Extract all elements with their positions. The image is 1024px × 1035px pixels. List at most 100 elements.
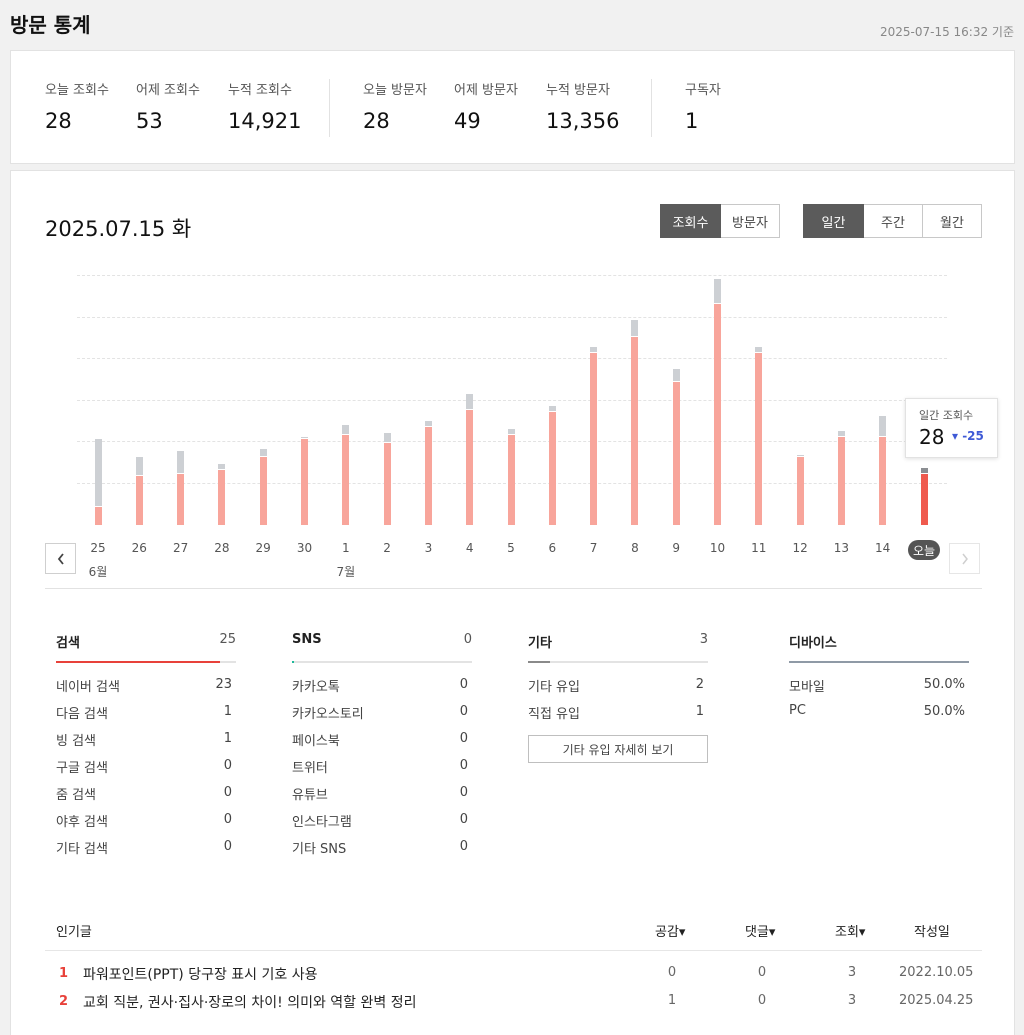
stat-value: 28	[45, 109, 72, 133]
bar[interactable]	[259, 271, 267, 525]
rank-number: 2	[59, 994, 69, 1009]
source-rows: 카카오톡 0 카카오스토리 0 페이스북 0 트위터 0 유튜브 0 인스타그램 0 기타 SNS 0	[292, 676, 472, 865]
chart-tooltip: 일간 조회수 28 ▾ -25	[905, 398, 998, 458]
x-tick-label: 13	[833, 541, 850, 555]
likes-count: 1	[667, 993, 677, 1008]
divider	[651, 79, 652, 137]
bar[interactable]	[94, 271, 102, 525]
bar[interactable]	[714, 271, 721, 525]
bar[interactable]	[796, 271, 804, 525]
sort-likes[interactable]: 공감▾	[655, 921, 685, 940]
x-tick-label: 5	[507, 541, 515, 555]
stat-label: 오늘 조회수	[45, 83, 109, 98]
sort-views[interactable]: 조회▾	[835, 921, 865, 940]
divider	[329, 79, 330, 137]
timestamp: 2025-07-15 16:32 기준	[879, 25, 1014, 39]
source-title: SNS	[292, 632, 322, 647]
stat-total-visitors: 누적 방문자 13,356	[546, 79, 619, 133]
bar[interactable]	[342, 271, 350, 525]
bar-segment	[342, 424, 350, 434]
date-header: 작성일	[914, 925, 950, 940]
source-row: 기타 SNS 0	[292, 838, 472, 865]
bar-segment	[714, 303, 721, 525]
source-row-value: 2	[695, 677, 704, 692]
bar-segment	[507, 434, 515, 525]
post-title-link[interactable]: 파워포인트(PPT) 당구장 표시 기호 사용	[83, 964, 317, 984]
source-sns: SNS 0 카카오톡 0 카카오스토리 0 페이스북 0 트위터 0 유튜브 0 인스타그램 0 기타 …	[292, 632, 472, 865]
popular-rows: 1 파워포인트(PPT) 당구장 표시 기호 사용 0 0 3 2022.10.05 2 교회…	[45, 964, 982, 1020]
bar[interactable]	[631, 271, 639, 525]
chart-date: 2025.07.15 화	[45, 217, 192, 241]
bar[interactable]	[218, 271, 226, 525]
bar[interactable]	[135, 271, 143, 525]
bar-segment	[672, 369, 680, 381]
bar-segment	[218, 469, 226, 525]
popular-row[interactable]: 2 교회 직분, 권사·집사·장로의 차이! 의미와 역할 완벽 정리 1 0 3 202…	[45, 992, 982, 1020]
other-detail-button[interactable]: 기타 유입 자세히 보기	[528, 735, 708, 763]
tab-weekly[interactable]: 주간	[864, 204, 923, 238]
bar[interactable]	[755, 271, 763, 525]
bar-segment	[342, 434, 350, 525]
stat-subscribers: 구독자 1	[685, 79, 721, 133]
bar[interactable]	[879, 271, 887, 525]
comments-count: 0	[757, 965, 767, 980]
source-row-label: 모바일	[789, 680, 825, 695]
bar-segment	[218, 463, 226, 469]
stat-label: 구독자	[685, 83, 721, 98]
x-tick-label: 30	[296, 541, 313, 555]
tab-views[interactable]: 조회수	[660, 204, 721, 238]
stat-value: 28	[363, 109, 390, 133]
post-date: 2025.04.25	[899, 993, 974, 1008]
source-header: 디바이스	[789, 632, 969, 663]
source-row-label: 다음 검색	[56, 707, 108, 722]
post-title-link[interactable]: 교회 직분, 권사·집사·장로의 차이! 의미와 역할 완벽 정리	[83, 992, 416, 1012]
source-row-value: 0	[459, 785, 468, 800]
bar[interactable]	[424, 271, 432, 525]
bar[interactable]	[837, 271, 845, 525]
bar[interactable]	[548, 271, 556, 525]
stat-value: 53	[136, 109, 163, 133]
x-tick-label: 4	[465, 541, 474, 555]
source-header: SNS 0	[292, 632, 472, 663]
bar[interactable]	[672, 271, 680, 525]
popular-row[interactable]: 1 파워포인트(PPT) 당구장 표시 기호 사용 0 0 3 2022.10.05	[45, 964, 982, 992]
source-header: 검색 25	[56, 632, 236, 663]
bar[interactable]	[383, 271, 391, 525]
x-tick-label: 8	[631, 541, 639, 555]
bar-segment	[177, 473, 185, 525]
x-tick-label: 28	[214, 541, 230, 555]
bar-segment	[466, 410, 474, 525]
bar-segment	[837, 436, 845, 525]
tab-visitors[interactable]: 방문자	[721, 204, 780, 238]
chart-next-button[interactable]	[949, 543, 980, 574]
post-date: 2022.10.05	[899, 965, 974, 980]
source-row: 인스타그램 0	[292, 811, 472, 838]
comments-count: 0	[757, 993, 767, 1008]
bar[interactable]	[590, 271, 598, 525]
source-search: 검색 25 네이버 검색 23 다음 검색 1 빙 검색 1 구글 검색 0 줌 검색 0 야후 검…	[56, 632, 236, 865]
source-row-label: 야후 검색	[56, 815, 108, 830]
source-row-value: 0	[459, 758, 468, 773]
tab-monthly[interactable]: 월간	[923, 204, 982, 238]
source-row-value: 0	[459, 677, 468, 692]
bar[interactable]	[507, 271, 515, 525]
tooltip-delta: ▾ -25	[952, 429, 984, 443]
source-row-label: 카카오스토리	[292, 707, 364, 722]
tab-daily[interactable]: 일간	[803, 204, 864, 238]
bar[interactable]	[466, 271, 474, 525]
source-row: 다음 검색 1	[56, 703, 236, 730]
bar-chart	[77, 271, 947, 525]
bar[interactable]	[177, 271, 185, 525]
source-row-value: 50.0%	[923, 704, 965, 719]
chart-prev-button[interactable]	[45, 543, 76, 574]
bar[interactable]	[301, 271, 308, 525]
bar-segment	[631, 336, 639, 525]
bar-segment	[755, 352, 763, 525]
sort-comments[interactable]: 댓글▾	[745, 921, 775, 940]
source-count: 0	[463, 632, 472, 647]
stat-label: 누적 방문자	[546, 83, 610, 98]
bar-segment	[259, 449, 267, 457]
stat-yesterday-visitors: 어제 방문자 49	[454, 79, 518, 133]
source-row: 모바일 50.0%	[789, 676, 969, 703]
source-row-label: 유튜브	[292, 788, 328, 803]
